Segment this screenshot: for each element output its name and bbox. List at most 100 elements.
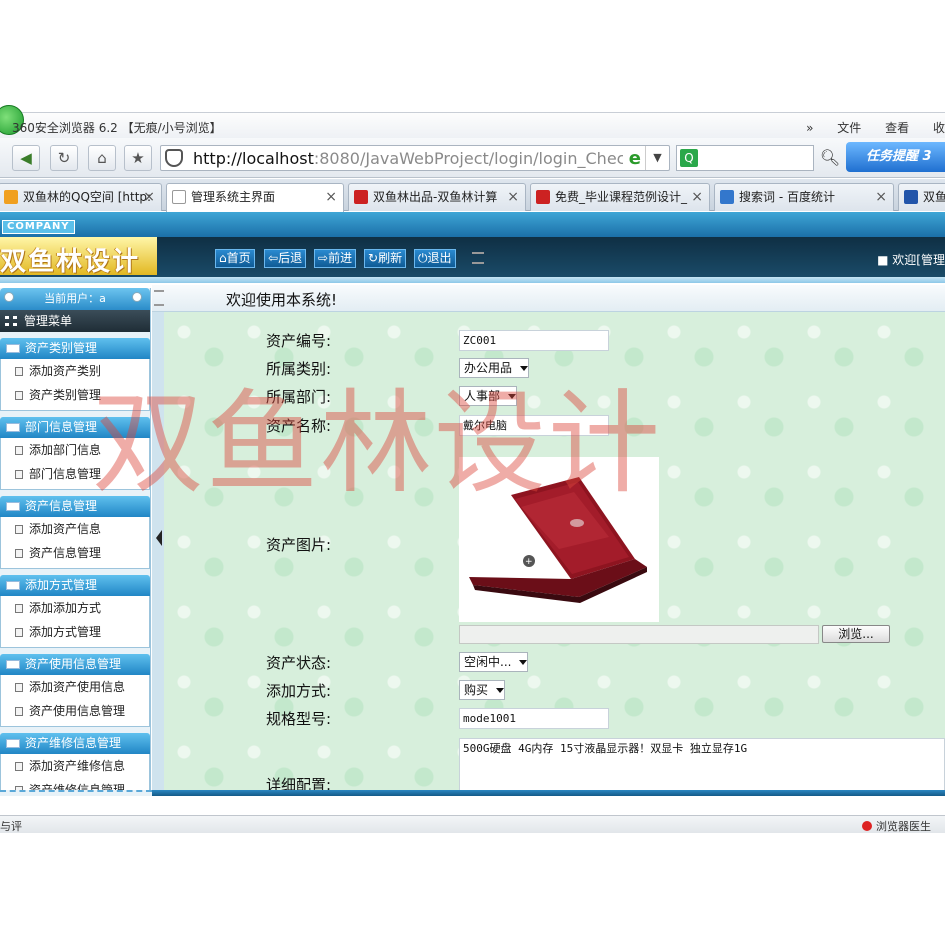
asset-no-input[interactable]: ZC001 bbox=[459, 330, 609, 351]
sidebar-item-add-asset-category[interactable]: 添加资产类别 bbox=[0, 359, 150, 383]
address-dropdown-icon[interactable]: ▼ bbox=[645, 146, 669, 170]
file-path-input[interactable] bbox=[459, 625, 819, 644]
pin-icon bbox=[132, 292, 142, 302]
current-user-label: 当前用户：a bbox=[44, 292, 106, 305]
grid-icon bbox=[5, 316, 17, 326]
category-label: 所属类别: bbox=[266, 360, 332, 378]
logout-button[interactable]: ⏻退出 bbox=[414, 249, 456, 268]
chevron-down-icon bbox=[520, 366, 529, 371]
tab-favicon-icon bbox=[904, 190, 918, 204]
sidebar-item-add-method[interactable]: 添加添加方式 bbox=[0, 596, 150, 620]
model-input[interactable]: mode1001 bbox=[459, 708, 609, 729]
tab-close-icon[interactable]: × bbox=[143, 184, 155, 210]
asset-name-label: 资产名称: bbox=[266, 417, 332, 435]
sidebar: 当前用户：a 管理菜单 资产类别管理 添加资产类别 资产类别管理 部门信息管理 … bbox=[0, 288, 151, 796]
task-reminder-button[interactable]: 任务提醒 3 bbox=[846, 142, 945, 172]
menu-group-header[interactable]: 资产使用信息管理 bbox=[0, 654, 150, 675]
search-icon[interactable]: 🔍︎ bbox=[816, 145, 844, 171]
address-url[interactable]: http://localhost:8080/JavaWebProject/log… bbox=[193, 149, 623, 168]
menu-view[interactable]: 查看 bbox=[885, 121, 909, 135]
sidebar-item-manage-department[interactable]: 部门信息管理 bbox=[0, 462, 150, 486]
content-header: 欢迎使用本系统! bbox=[152, 285, 945, 312]
tab-qq-space[interactable]: 双鱼林的QQ空间 [http: × bbox=[0, 183, 162, 211]
asset-no-label: 资产编号: bbox=[266, 332, 332, 350]
search-engine-icon[interactable]: Q bbox=[680, 149, 698, 167]
tab-favicon-icon bbox=[172, 190, 186, 204]
page-icon bbox=[15, 391, 23, 400]
page-icon bbox=[15, 549, 23, 558]
config-textarea[interactable]: 500G硬盘 4G内存 15寸液晶显示器！双显卡 独立显存1G bbox=[459, 738, 945, 792]
browser-title: 360安全浏览器 6.2 【无痕/小号浏览】 bbox=[12, 121, 222, 135]
home-button[interactable]: ⌂首页 bbox=[215, 249, 255, 268]
department-label: 所属部门: bbox=[266, 388, 332, 406]
web-page: COMPANY 双鱼林设计 ⌂首页 ⇦后退 ⇨前进 ↻刷新 ⏻退出 ■ 欢迎[管… bbox=[0, 212, 945, 796]
sidebar-item-add-repair[interactable]: 添加资产维修信息 bbox=[0, 754, 150, 778]
browser-doctor-button[interactable]: 浏览器医生 bbox=[862, 818, 931, 834]
refresh-icon[interactable]: ↻ bbox=[50, 145, 78, 171]
sidebar-item-manage-asset-category[interactable]: 资产类别管理 bbox=[0, 383, 150, 407]
menu-group-asset-repair: 资产维修信息管理 添加资产维修信息 资产维修信息管理 bbox=[0, 733, 150, 796]
menu-group-header[interactable]: 添加方式管理 bbox=[0, 575, 150, 596]
tab-shuangyulin-works[interactable]: 双鱼林出品-双鱼林计算 × bbox=[348, 183, 526, 211]
back-arrow-icon[interactable]: ◀ bbox=[12, 145, 40, 171]
folder-icon bbox=[6, 502, 20, 511]
back-button[interactable]: ⇦后退 bbox=[264, 249, 307, 268]
sidebar-item-manage-usage[interactable]: 资产使用信息管理 bbox=[0, 699, 150, 723]
search-input[interactable]: Q bbox=[676, 145, 814, 171]
menu-group-header[interactable]: 资产类别管理 bbox=[0, 338, 150, 359]
header-divider bbox=[0, 277, 945, 283]
menu-title-bar: 管理菜单 bbox=[0, 310, 150, 332]
menu-group-asset-category: 资产类别管理 添加资产类别 资产类别管理 bbox=[0, 338, 150, 411]
security-shield-icon bbox=[165, 149, 183, 167]
chevron-down-icon bbox=[496, 688, 505, 693]
sidebar-item-add-department[interactable]: 添加部门信息 bbox=[0, 438, 150, 462]
sidebar-splitter[interactable] bbox=[152, 288, 164, 796]
menu-group-header[interactable]: 资产信息管理 bbox=[0, 496, 150, 517]
sidebar-bottom-border bbox=[0, 790, 152, 796]
home-icon[interactable]: ⌂ bbox=[88, 145, 116, 171]
tab-favicon-icon bbox=[354, 190, 368, 204]
department-select[interactable]: 人事部 bbox=[459, 386, 518, 406]
tab-shuangyu[interactable]: 双鱼 bbox=[898, 183, 945, 211]
asset-image-label: 资产图片: bbox=[266, 536, 332, 554]
tab-close-icon[interactable]: × bbox=[507, 184, 519, 210]
sidebar-item-add-usage[interactable]: 添加资产使用信息 bbox=[0, 675, 150, 699]
page-icon bbox=[15, 762, 23, 771]
tab-close-icon[interactable]: × bbox=[325, 184, 337, 210]
sidebar-item-manage-asset[interactable]: 资产信息管理 bbox=[0, 541, 150, 565]
menu-group-header[interactable]: 部门信息管理 bbox=[0, 417, 150, 438]
ie-mode-icon[interactable]: e bbox=[629, 148, 641, 169]
svg-text:+: + bbox=[525, 557, 533, 567]
status-left-text: 与评 bbox=[0, 820, 22, 833]
favorite-star-icon[interactable]: ★ bbox=[124, 145, 152, 171]
tab-close-icon[interactable]: × bbox=[875, 184, 887, 210]
menu-group-header[interactable]: 资产维修信息管理 bbox=[0, 733, 150, 754]
sidebar-item-manage-method[interactable]: 添加方式管理 bbox=[0, 620, 150, 644]
folder-icon bbox=[6, 423, 20, 432]
chevron-down-icon bbox=[508, 394, 517, 399]
tab-baidu-stats[interactable]: 搜索词 - 百度统计 × bbox=[714, 183, 894, 211]
tab-close-icon[interactable]: × bbox=[691, 184, 703, 210]
folder-icon bbox=[6, 739, 20, 748]
top-strip: COMPANY bbox=[0, 212, 945, 237]
sidebar-item-add-asset[interactable]: 添加资产信息 bbox=[0, 517, 150, 541]
welcome-heading: 欢迎使用本系统! bbox=[226, 291, 338, 309]
browse-button[interactable]: 浏览... bbox=[822, 625, 890, 643]
menu-file[interactable]: 文件 bbox=[837, 121, 861, 135]
forward-button[interactable]: ⇨前进 bbox=[314, 249, 357, 268]
site-header: 双鱼林设计 ⌂首页 ⇦后退 ⇨前进 ↻刷新 ⏻退出 ■ 欢迎[管理 bbox=[0, 237, 945, 277]
menu-more[interactable]: » bbox=[806, 121, 813, 135]
address-bar[interactable]: http://localhost:8080/JavaWebProject/log… bbox=[160, 145, 670, 171]
category-select[interactable]: 办公用品 bbox=[459, 358, 530, 378]
refresh-button[interactable]: ↻刷新 bbox=[364, 249, 407, 268]
add-method-select[interactable]: 购买 bbox=[459, 680, 506, 700]
asset-name-input[interactable]: 戴尔电脑 bbox=[459, 415, 609, 436]
page-icon bbox=[15, 707, 23, 716]
collapse-arrow-icon[interactable] bbox=[156, 530, 162, 546]
folder-icon bbox=[6, 581, 20, 590]
menu-favorites[interactable]: 收 bbox=[933, 121, 945, 135]
tab-free-course[interactable]: 免费_毕业课程范例设计_ × bbox=[530, 183, 710, 211]
asset-form: 资产编号: ZC001 所属类别: 办公用品 所属部门: 人事部 资产名称: 戴… bbox=[164, 312, 945, 792]
tab-admin-main[interactable]: 管理系统主界面 × bbox=[166, 183, 344, 212]
asset-status-select[interactable]: 空闲中... bbox=[459, 652, 529, 672]
